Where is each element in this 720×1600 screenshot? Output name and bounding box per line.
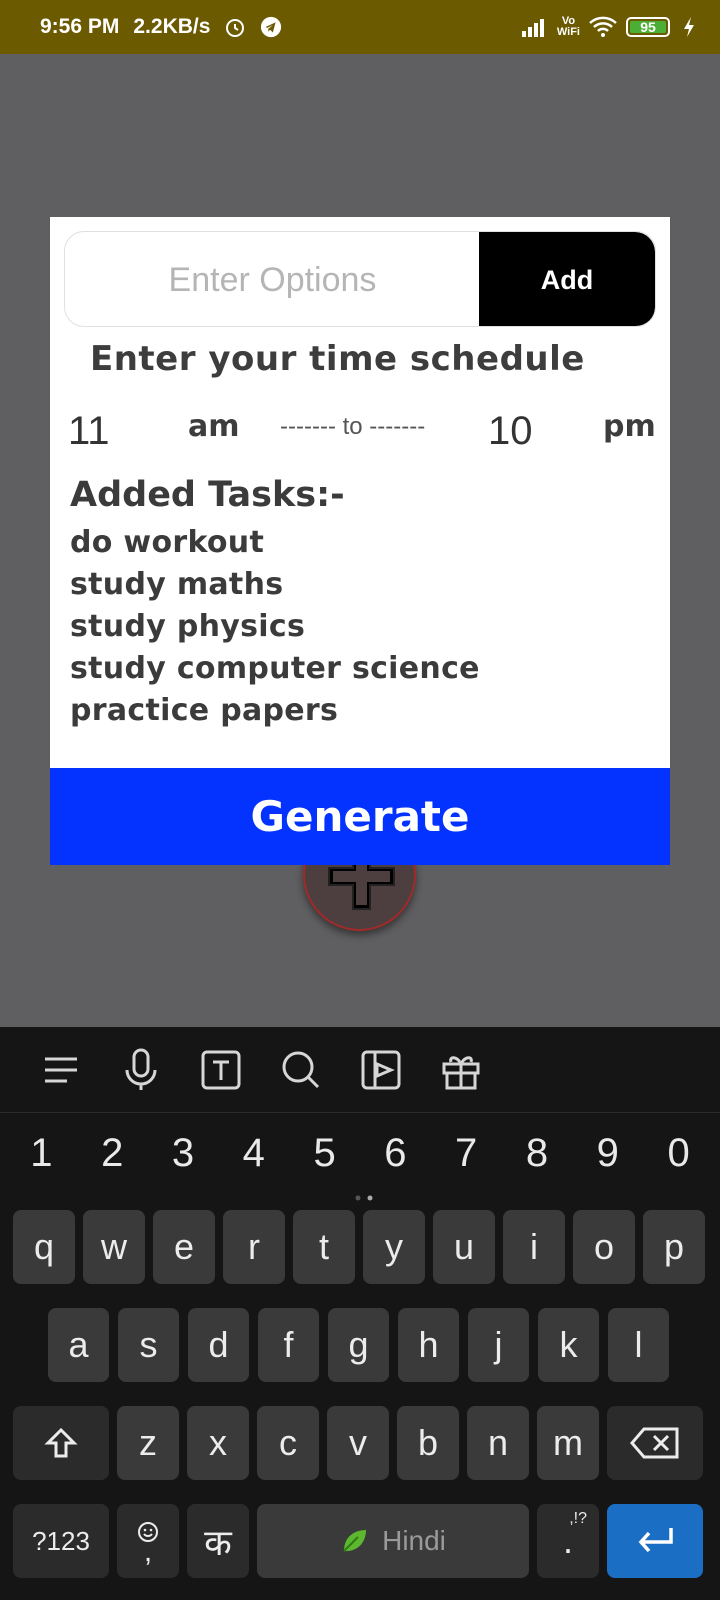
shift-key[interactable]: [13, 1406, 109, 1480]
key-s[interactable]: s: [118, 1308, 179, 1382]
spacebar[interactable]: Hindi: [257, 1504, 529, 1578]
start-time-field[interactable]: 11: [68, 409, 110, 454]
keyboard-toolbar: [0, 1027, 720, 1113]
soft-keyboard: 1 2 3 4 5 6 7 8 9 0 q w e r t y u i o p …: [0, 1027, 720, 1600]
gift-icon[interactable]: [436, 1045, 486, 1095]
tasks-list: do workout study maths study physics stu…: [70, 522, 480, 732]
text-format-icon[interactable]: [196, 1045, 246, 1095]
shift-icon: [44, 1427, 78, 1458]
tasks-heading: Added Tasks:-: [70, 475, 345, 515]
key-row-1: q w e r t y u i o p: [0, 1210, 720, 1284]
menu-icon[interactable]: [36, 1045, 86, 1095]
language-key[interactable]: क: [187, 1504, 249, 1578]
spacebar-label: Hindi: [382, 1525, 446, 1556]
key-6[interactable]: 6: [365, 1123, 425, 1183]
backspace-key[interactable]: [607, 1406, 703, 1480]
task-item: do workout: [70, 525, 265, 560]
end-time-field[interactable]: 10: [488, 409, 533, 454]
key-9[interactable]: 9: [578, 1123, 638, 1183]
telegram-icon: [260, 16, 282, 38]
number-row: 1 2 3 4 5 6 7 8 9 0: [0, 1123, 720, 1183]
key-f[interactable]: f: [258, 1308, 319, 1382]
backspace-icon: [630, 1427, 679, 1459]
enter-icon: [638, 1528, 673, 1553]
key-y[interactable]: y: [363, 1210, 425, 1284]
key-4[interactable]: 4: [224, 1123, 284, 1183]
key-l[interactable]: l: [608, 1308, 669, 1382]
key-c[interactable]: c: [257, 1406, 319, 1480]
time-range: 11 am ------- to ------- 10 pm: [50, 397, 670, 467]
status-bar: 9:56 PM 2.2KB/s Vo WiFi 95: [0, 0, 720, 54]
leaf-icon: [343, 1530, 367, 1552]
key-row-2: a s d f g h j k l: [0, 1308, 720, 1382]
key-row-3: z x c v b n m: [0, 1406, 720, 1480]
microphone-icon[interactable]: [116, 1045, 166, 1095]
key-7[interactable]: 7: [436, 1123, 496, 1183]
key-p[interactable]: p: [643, 1210, 705, 1284]
battery-indicator: 95: [626, 17, 670, 37]
alarm-icon: [224, 16, 246, 38]
battery-level: 95: [640, 19, 656, 35]
schedule-dialog: Add Enter your time schedule 11 am -----…: [50, 217, 670, 865]
charging-icon: [678, 16, 700, 38]
key-t[interactable]: t: [293, 1210, 355, 1284]
key-8[interactable]: 8: [507, 1123, 567, 1183]
key-1[interactable]: 1: [11, 1123, 71, 1183]
key-o[interactable]: o: [573, 1210, 635, 1284]
key-j[interactable]: j: [468, 1308, 529, 1382]
task-item: study physics: [70, 609, 306, 644]
end-period[interactable]: pm: [603, 409, 656, 444]
page-dots: [352, 1187, 376, 1206]
key-v[interactable]: v: [327, 1406, 389, 1480]
task-item: practice papers: [70, 693, 339, 728]
key-3[interactable]: 3: [153, 1123, 213, 1183]
key-a[interactable]: a: [48, 1308, 109, 1382]
key-0[interactable]: 0: [649, 1123, 709, 1183]
options-row: Add: [64, 231, 656, 327]
emoji-key[interactable]: ,: [117, 1504, 179, 1578]
vowifi-indicator: Vo WiFi: [557, 16, 580, 38]
key-k[interactable]: k: [538, 1308, 599, 1382]
network-speed: 2.2KB/s: [133, 15, 211, 38]
schedule-title: Enter your time schedule: [90, 339, 585, 379]
period-alt-label: ,!?: [569, 1510, 587, 1527]
key-q[interactable]: q: [13, 1210, 75, 1284]
key-z[interactable]: z: [117, 1406, 179, 1480]
key-2[interactable]: 2: [82, 1123, 142, 1183]
key-u[interactable]: u: [433, 1210, 495, 1284]
key-r[interactable]: r: [223, 1210, 285, 1284]
video-sticker-icon[interactable]: [356, 1045, 406, 1095]
generate-button[interactable]: Generate: [50, 768, 670, 865]
key-h[interactable]: h: [398, 1308, 459, 1382]
key-e[interactable]: e: [153, 1210, 215, 1284]
status-time: 9:56 PM: [40, 15, 120, 38]
task-item: study maths: [70, 567, 284, 602]
search-icon[interactable]: [276, 1045, 326, 1095]
key-i[interactable]: i: [503, 1210, 565, 1284]
key-x[interactable]: x: [187, 1406, 249, 1480]
start-period[interactable]: am: [188, 409, 240, 444]
options-input[interactable]: [65, 232, 480, 326]
key-5[interactable]: 5: [295, 1123, 355, 1183]
key-n[interactable]: n: [467, 1406, 529, 1480]
period-key[interactable]: ,!? .: [537, 1504, 599, 1578]
symbols-key[interactable]: ?123: [13, 1504, 109, 1578]
key-w[interactable]: w: [83, 1210, 145, 1284]
key-m[interactable]: m: [537, 1406, 599, 1480]
wifi-icon: [588, 16, 618, 38]
add-button[interactable]: Add: [479, 232, 655, 326]
task-item: study computer science: [70, 651, 480, 686]
enter-key[interactable]: [607, 1504, 703, 1578]
key-b[interactable]: b: [397, 1406, 459, 1480]
vowifi-line2: WiFi: [556, 26, 580, 38]
signal-icon: [521, 16, 549, 38]
key-row-4: ?123 , क Hindi ,!? .: [0, 1504, 720, 1578]
time-separator: ------- to -------: [280, 413, 426, 440]
comma-label: ,: [143, 1535, 153, 1568]
key-g[interactable]: g: [328, 1308, 389, 1382]
key-d[interactable]: d: [188, 1308, 249, 1382]
